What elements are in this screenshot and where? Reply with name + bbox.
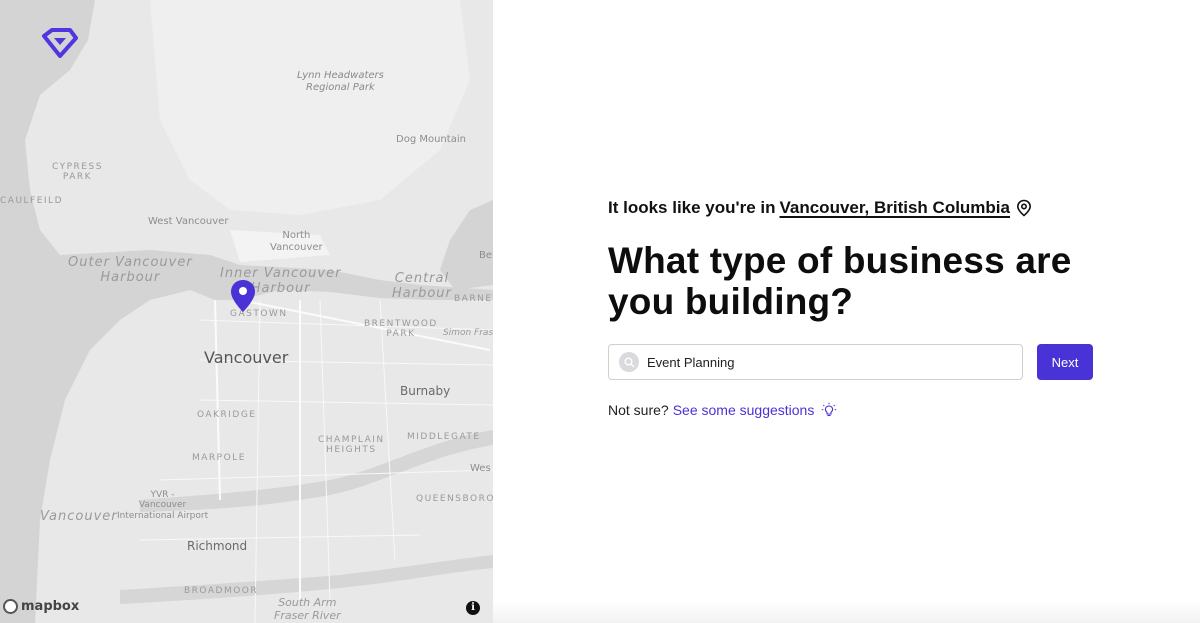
map-label-brentwood: BRENTWOOD PARK: [364, 319, 438, 340]
map-label-burnaby: Burnaby: [400, 384, 451, 398]
map-label-caulfeild: CAULFEILD: [0, 196, 64, 206]
suggestions-link[interactable]: See some suggestions: [673, 402, 815, 418]
location-prefix: It looks like you're in: [608, 198, 776, 217]
map-label-barnet: BARNET: [454, 294, 493, 304]
map-label-dog-mountain: Dog Mountain: [396, 134, 466, 145]
map-label-vancouver: Vancouver: [204, 348, 289, 367]
map-label-vancouver-sea: Vancouver: [40, 509, 118, 524]
map-label-belcarra: Bel: [479, 250, 493, 261]
map-label-outer-harbour: Outer Vancouver Harbour: [68, 255, 193, 285]
map-label-champlain: CHAMPLAIN HEIGHTS: [318, 435, 385, 456]
mapbox-text: mapbox: [21, 599, 80, 614]
map-label-yvr: YVR - Vancouver International Airport: [117, 490, 209, 521]
location-line: It looks like you're in Vancouver, Briti…: [608, 196, 1168, 220]
map-label-richmond: Richmond: [187, 539, 248, 553]
map-label-central-harbour: Central Harbour: [392, 271, 452, 301]
suggestions-line: Not sure? See some suggestions: [608, 402, 1168, 418]
location-pin-icon[interactable]: [230, 279, 256, 313]
mapbox-logo-icon: [3, 599, 18, 614]
business-type-input[interactable]: [647, 354, 1007, 370]
page-title: What type of business are you building?: [608, 240, 1072, 322]
map-label-south-arm: South Arm Fraser River: [274, 596, 341, 622]
map-label-oakridge: OAKRIDGE: [197, 410, 257, 420]
lightbulb-icon: [822, 402, 837, 417]
map-label-west-vancouver: West Vancouver: [148, 216, 229, 227]
map-label-middlegate: MIDDLEGATE: [407, 432, 481, 442]
map-label-queensborough: QUEENSBOROUGH: [416, 494, 493, 504]
business-type-form: It looks like you're in Vancouver, Briti…: [608, 196, 1168, 418]
map-panel[interactable]: Lynn Headwaters Regional Park Dog Mountai…: [0, 0, 493, 623]
map-label-north-vancouver: North Vancouver: [270, 230, 323, 253]
search-icon: [619, 352, 639, 372]
map-pin-outline-icon[interactable]: [1016, 199, 1032, 217]
map-label-lynn: Lynn Headwaters Regional Park: [297, 70, 384, 93]
info-icon[interactable]: i: [466, 601, 480, 615]
map-label-west-edge: Wes: [470, 463, 491, 474]
map-label-broadmoor: BROADMOOR: [184, 586, 259, 596]
map-label-simon-fraser: Simon Frase: [443, 328, 493, 338]
map-label-cypress: CYPRESS PARK: [52, 162, 103, 183]
bottom-fade: [493, 600, 1200, 623]
map-label-marpole: MARPOLE: [192, 453, 246, 463]
brand-logo-icon[interactable]: [40, 28, 78, 58]
mapbox-attribution[interactable]: mapbox: [3, 599, 79, 614]
search-row: Next: [608, 344, 1168, 380]
suggestions-prefix: Not sure?: [608, 402, 669, 418]
location-link[interactable]: Vancouver, British Columbia: [779, 198, 1010, 218]
next-button[interactable]: Next: [1037, 344, 1093, 380]
business-search-box[interactable]: [608, 344, 1023, 380]
